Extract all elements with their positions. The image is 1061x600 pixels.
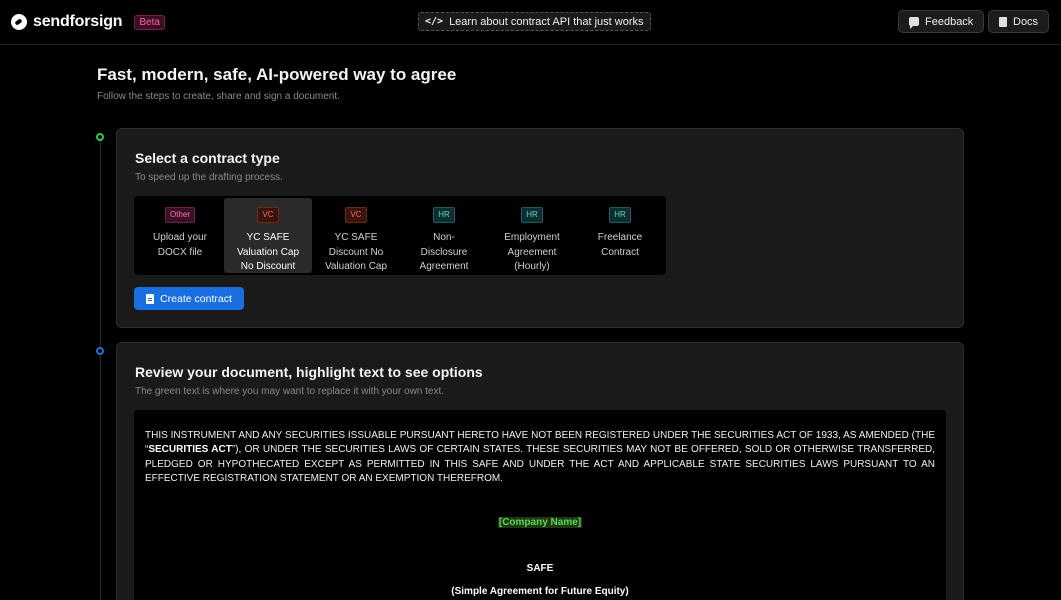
document-subtitle: (Simple Agreement for Future Equity) [451,586,629,597]
create-contract-label: Create contract [160,292,232,305]
type-tag: HR [609,207,631,223]
contract-type-nda[interactable]: HR Non- Disclosure Agreement [400,198,488,273]
type-tag: HR [521,207,543,223]
company-name-text[interactable]: [Company Name] [497,517,583,528]
contract-type-yc-safe-valuation-cap[interactable]: VC YC SAFE Valuation Cap No Discount [224,198,312,273]
step-2-subtitle: The green text is where you may want to … [135,386,445,397]
type-tag: VC [257,207,279,223]
feedback-button[interactable]: Feedback [898,10,985,33]
brand-logo[interactable]: sendforsign Beta [11,13,165,31]
brand-name: sendforsign [33,13,123,30]
contract-type-upload-docx[interactable]: Other Upload your DOCX file [136,198,224,273]
step-2-indicator-icon [96,347,104,355]
beta-badge: Beta [134,14,165,30]
page-title: Fast, modern, safe, AI-powered way to ag… [97,65,457,84]
book-icon [999,16,1007,27]
docs-label: Docs [1013,15,1039,28]
document-title: SAFE [526,563,554,574]
type-label: Employment Agreement (Hourly) [504,232,560,272]
steps-timeline [100,140,101,600]
docs-button[interactable]: Docs [988,10,1050,33]
select-contract-type-card: Select a contract type To speed up the d… [116,128,964,328]
contract-type-yc-safe-discount[interactable]: VC YC SAFE Discount No Valuation Cap [312,198,400,273]
type-label: Freelance Contract [597,232,643,258]
step-2-title: Review your document, highlight text to … [135,364,483,380]
contract-api-link[interactable]: </> Learn about contract API that just w… [418,12,651,31]
document-icon [146,293,155,304]
type-label: YC SAFE Valuation Cap No Discount [236,232,300,272]
step-1-indicator-icon [96,133,104,141]
type-tag: VC [345,207,367,223]
contract-type-employment-agreement[interactable]: HR Employment Agreement (Hourly) [488,198,576,273]
contract-type-freelance-contract[interactable]: HR Freelance Contract [576,198,664,273]
code-icon: </> [425,16,444,27]
type-tag: Other [164,207,195,223]
document-preview[interactable]: THIS INSTRUMENT AND ANY SECURITIES ISSUA… [134,410,946,600]
contract-type-selector: Other Upload your DOCX file VC YC SAFE V… [134,196,666,275]
create-contract-button[interactable]: Create contract [134,287,244,310]
top-header: sendforsign Beta </> Learn about contrac… [0,0,1061,45]
step-1-subtitle: To speed up the drafting process. [135,172,283,183]
type-label: Non- Disclosure Agreement [419,232,469,272]
type-label: Upload your DOCX file [153,232,207,258]
step-1-title: Select a contract type [135,150,280,166]
sendforsign-logo-icon [11,14,27,30]
contract-api-link-label: Learn about contract API that just works [449,15,644,28]
review-document-card: Review your document, highlight text to … [116,342,964,600]
chat-bubble-icon [909,17,919,29]
doc-text-bold: SECURITIES ACT [148,444,232,456]
page-subtitle: Follow the steps to create, share and si… [97,91,340,102]
doc-text-part: ”), OR UNDER THE SECURITIES LAWS OF CERT… [145,444,935,485]
type-tag: HR [433,207,455,223]
document-legend-paragraph[interactable]: THIS INSTRUMENT AND ANY SECURITIES ISSUA… [145,429,935,487]
company-name-placeholder[interactable]: [Company Name] [134,517,946,528]
feedback-label: Feedback [925,15,974,28]
type-label: YC SAFE Discount No Valuation Cap [324,232,388,272]
